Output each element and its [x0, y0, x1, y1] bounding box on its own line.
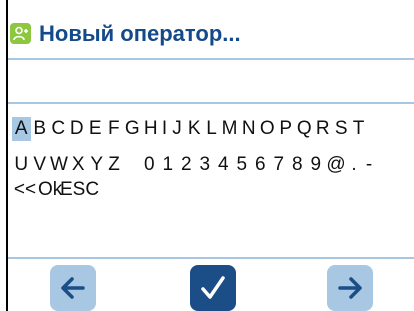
- keyboard-row-2: UVWXYZ 0 1 2 3 4 5 6 7 8 9 @. -: [12, 146, 377, 175]
- keyboard-row-1: ABCDEFGHIJKLMNOPQRST: [12, 117, 367, 141]
- key-4[interactable]: 4: [214, 153, 233, 177]
- keyboard-row-3: << OkESC: [12, 178, 99, 202]
- ok-button[interactable]: [190, 265, 236, 311]
- key-z[interactable]: Z: [106, 153, 122, 177]
- key-0[interactable]: 0: [140, 153, 159, 177]
- key-backspace[interactable]: <<: [12, 178, 38, 202]
- key-o[interactable]: O: [258, 117, 277, 141]
- key-j[interactable]: J: [169, 117, 185, 141]
- divider-bottom: [8, 257, 414, 259]
- key-c[interactable]: C: [49, 117, 68, 141]
- key-9[interactable]: 9: [307, 153, 326, 177]
- key-7[interactable]: 7: [270, 153, 289, 177]
- next-button[interactable]: [327, 265, 373, 311]
- key-3[interactable]: 3: [196, 153, 215, 177]
- page-title: Новый оператор...: [39, 21, 241, 46]
- title-bar: Новый оператор...: [8, 18, 414, 52]
- key-x[interactable]: X: [69, 153, 88, 177]
- key-8[interactable]: 8: [288, 153, 307, 177]
- divider-top: [8, 58, 414, 60]
- prev-button[interactable]: [50, 265, 96, 311]
- key-ok[interactable]: Ok: [38, 178, 62, 202]
- checkmark-icon: [201, 276, 225, 299]
- key-i[interactable]: I: [160, 117, 169, 141]
- key-t[interactable]: T: [351, 117, 367, 141]
- key-y[interactable]: Y: [88, 153, 107, 177]
- key-1[interactable]: 1: [159, 153, 178, 177]
- key-p[interactable]: P: [277, 117, 296, 141]
- key-r[interactable]: R: [314, 117, 333, 141]
- key-g[interactable]: G: [123, 117, 142, 141]
- key-dot[interactable]: .: [347, 153, 361, 177]
- key-a[interactable]: A: [12, 117, 31, 141]
- key-5[interactable]: 5: [233, 153, 252, 177]
- key-e[interactable]: E: [86, 117, 105, 141]
- key-s[interactable]: S: [332, 117, 351, 141]
- key-l[interactable]: L: [204, 117, 220, 141]
- key-h[interactable]: H: [142, 117, 161, 141]
- key-v[interactable]: V: [31, 153, 50, 177]
- key-esc[interactable]: ESC: [60, 178, 99, 202]
- key-w[interactable]: W: [49, 153, 69, 177]
- key-6[interactable]: 6: [251, 153, 270, 177]
- user-add-icon: [10, 23, 31, 44]
- key-2[interactable]: 2: [177, 153, 196, 177]
- divider-input: [8, 102, 414, 104]
- key-at[interactable]: @: [325, 153, 347, 177]
- key-space: [122, 146, 140, 170]
- key-dash[interactable]: -: [361, 153, 377, 177]
- key-q[interactable]: Q: [295, 117, 314, 141]
- key-f[interactable]: F: [105, 117, 124, 141]
- key-d[interactable]: D: [68, 117, 87, 141]
- arrow-right-icon: [338, 277, 362, 299]
- arrow-left-icon: [61, 277, 85, 299]
- key-u[interactable]: U: [12, 153, 31, 177]
- key-m[interactable]: M: [220, 117, 240, 141]
- key-k[interactable]: K: [185, 117, 204, 141]
- key-n[interactable]: N: [240, 117, 259, 141]
- key-b[interactable]: B: [31, 117, 50, 141]
